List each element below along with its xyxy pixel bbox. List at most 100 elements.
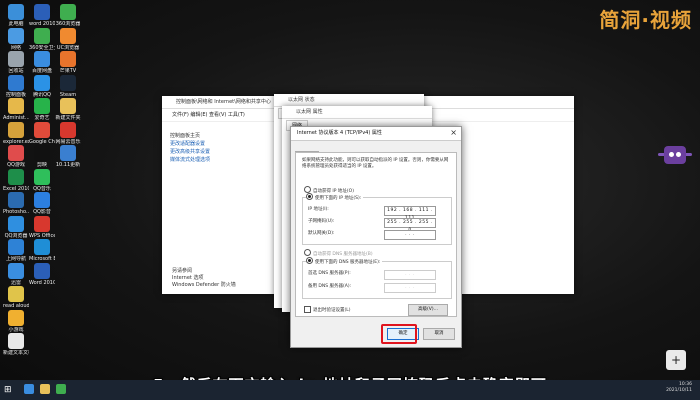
radio-selected-icon bbox=[306, 193, 313, 200]
desktop-icon[interactable]: 百度网盘 bbox=[29, 51, 55, 74]
desktop-icon[interactable]: 迅雷 bbox=[3, 262, 29, 286]
app-icon bbox=[8, 27, 24, 44]
app-icon bbox=[34, 4, 50, 20]
desktop-icon[interactable]: 芒果TV bbox=[55, 51, 81, 74]
desktop-icon[interactable]: read aloud bbox=[3, 286, 29, 309]
desktop-icon[interactable]: 爱奇艺 bbox=[29, 98, 55, 121]
app-icon bbox=[34, 74, 50, 91]
app-icon bbox=[8, 192, 24, 208]
see-also: 另请参阅 Internet 选项 Windows Defender 防火墙 bbox=[172, 268, 236, 289]
internet-options-link[interactable]: Internet 选项 bbox=[172, 275, 236, 282]
desktop-icon[interactable]: 360浏览器 bbox=[55, 4, 81, 27]
desktop-icon-label: read aloud bbox=[3, 303, 29, 309]
desktop-icon[interactable]: Word 2010 bbox=[29, 262, 55, 286]
system-clock[interactable]: 10:36 2021/10/11 bbox=[666, 382, 692, 394]
app-icon bbox=[8, 121, 24, 138]
desktop-icon[interactable]: 此电脑 bbox=[3, 4, 29, 27]
desktop-icon-label: 控制面板 bbox=[5, 91, 26, 98]
desktop-icon[interactable]: 回收站 bbox=[3, 51, 29, 74]
watermark-logo: 简洞·视频 bbox=[599, 8, 692, 32]
app-icon bbox=[60, 4, 76, 20]
ip-address-input[interactable]: 192 . 168 . 111 . 111 bbox=[384, 206, 436, 221]
subnet-mask-input[interactable]: 255 . 255 . 255 . 0 bbox=[384, 218, 436, 233]
desktop-icon[interactable]: Microsoft Edge bbox=[29, 239, 55, 262]
desktop-icon-label: Word 2010 bbox=[29, 279, 55, 286]
radio-icon bbox=[304, 249, 311, 256]
subnet-mask-label: 子网掩码(U): bbox=[308, 219, 335, 224]
app-icon bbox=[34, 192, 50, 208]
desktop-icon[interactable]: word 2010 bbox=[29, 4, 55, 27]
advanced-button[interactable]: 高级(V)... bbox=[408, 304, 448, 316]
desktop-icon-label: 爱奇艺 bbox=[34, 115, 50, 121]
gateway-input[interactable]: . . . bbox=[384, 230, 436, 240]
cancel-button[interactable]: 取消 bbox=[423, 328, 455, 340]
control-panel-home-link[interactable]: 控制面板主页 bbox=[170, 132, 250, 140]
app-icon bbox=[8, 333, 24, 349]
add-document-icon[interactable]: + bbox=[666, 350, 686, 370]
media-streaming-link[interactable]: 媒体流式处理选项 bbox=[170, 156, 250, 164]
taskbar-folder-icon[interactable] bbox=[40, 384, 50, 394]
desktop-icon[interactable]: UC浏览器 bbox=[55, 27, 81, 51]
desktop-icon[interactable]: QQ游戏 bbox=[3, 145, 29, 168]
desktop-icon[interactable]: Google Chrome bbox=[29, 121, 55, 145]
desktop-icon[interactable]: 网易云音乐 bbox=[55, 121, 81, 145]
desktop-icon-label: 上网导航 bbox=[5, 256, 26, 262]
desktop-icon-label: QQ影音 bbox=[33, 209, 51, 215]
desktop-icon[interactable]: Steam bbox=[55, 74, 81, 98]
alternate-dns-input[interactable]: . . . bbox=[384, 283, 436, 293]
desktop-icon[interactable]: 360安全卫士 bbox=[29, 27, 55, 51]
validate-checkbox[interactable]: 退出时验证设置(L) bbox=[304, 306, 351, 314]
ipv4-properties-dialog[interactable]: Internet 协议版本 4 (TCP/IPv4) 属性 × 常规 如果网络支… bbox=[290, 126, 462, 348]
app-icon bbox=[8, 239, 24, 255]
gateway-label: 默认网关(D): bbox=[308, 231, 335, 236]
desktop-icon[interactable]: 10.11更新 bbox=[55, 145, 81, 168]
desktop-icon-label: Microsoft Edge bbox=[29, 256, 55, 262]
desktop-icon[interactable]: 剪映 bbox=[29, 145, 55, 168]
close-icon[interactable]: × bbox=[450, 128, 457, 137]
dialog-title: Internet 协议版本 4 (TCP/IPv4) 属性 bbox=[291, 127, 461, 141]
taskbar: ⊞ 10:36 2021/10/11 bbox=[0, 380, 700, 400]
app-icon bbox=[8, 51, 24, 67]
radio-icon bbox=[304, 186, 311, 193]
manual-dns-group bbox=[302, 261, 452, 299]
auto-dns-radio[interactable]: 自动获得 DNS 服务器地址(B) bbox=[304, 249, 373, 258]
floating-widget[interactable] bbox=[658, 146, 692, 164]
desktop-icon[interactable]: WPS Office bbox=[29, 215, 55, 239]
description-text: 如果网络支持此功能，则可以获取自动指派的 IP 设置。否则，你需要从网络系统管理… bbox=[302, 158, 449, 169]
desktop-icon[interactable]: 新建文件夹 bbox=[55, 98, 81, 121]
desktop-icon[interactable]: Administ... bbox=[3, 98, 29, 121]
desktop-icon[interactable]: Excel 2010 bbox=[3, 168, 29, 192]
manual-dns-radio[interactable]: 使用下面的 DNS 服务器地址(E): bbox=[306, 257, 383, 266]
desktop-icon-label: 回收站 bbox=[8, 68, 24, 74]
desktop-icon[interactable]: QQ影音 bbox=[29, 192, 55, 215]
desktop-icon[interactable]: Photosho... bbox=[3, 192, 29, 215]
desktop-icon-label: Steam bbox=[59, 91, 77, 98]
preferred-dns-label: 首选 DNS 服务器(P): bbox=[308, 271, 351, 276]
manual-ip-radio[interactable]: 使用下面的 IP 地址(S): bbox=[306, 193, 364, 202]
desktop-icon[interactable]: QQ浏览器 bbox=[3, 215, 29, 239]
preferred-dns-input[interactable]: . . . bbox=[384, 270, 436, 280]
desktop-icon[interactable]: 新建文本文档 bbox=[3, 333, 29, 356]
change-sharing-link[interactable]: 更改高级共享设置 bbox=[170, 148, 250, 156]
desktop-icon[interactable]: QQ音乐 bbox=[29, 168, 55, 192]
desktop-icon-label: 百度网盘 bbox=[31, 68, 52, 74]
change-adapter-link[interactable]: 更改适配器设置 bbox=[170, 140, 250, 148]
desktop-icon[interactable]: 上网导航 bbox=[3, 239, 29, 262]
desktop-icon[interactable]: 腾讯QQ bbox=[29, 74, 55, 98]
app-icon bbox=[8, 74, 24, 91]
radio-selected-icon bbox=[306, 257, 313, 264]
desktop-icon-label: explorer.exe bbox=[3, 138, 29, 145]
firewall-link[interactable]: Windows Defender 防火墙 bbox=[172, 282, 236, 289]
desktop-icon[interactable]: explorer.exe bbox=[3, 121, 29, 145]
taskbar-app-icon[interactable] bbox=[24, 384, 34, 394]
desktop-icon-label: Administ... bbox=[3, 115, 29, 121]
app-icon bbox=[8, 286, 24, 302]
app-icon bbox=[34, 98, 50, 114]
app-icon bbox=[34, 239, 50, 255]
desktop-icon-label: WPS Office bbox=[29, 232, 55, 239]
desktop-icon[interactable]: 控制面板 bbox=[3, 74, 29, 98]
taskbar-browser-icon[interactable] bbox=[56, 384, 66, 394]
windows-start-icon[interactable]: ⊞ bbox=[4, 385, 12, 395]
desktop-icon[interactable]: 网络 bbox=[3, 27, 29, 51]
desktop-icon[interactable]: 小游戏 bbox=[3, 309, 29, 333]
